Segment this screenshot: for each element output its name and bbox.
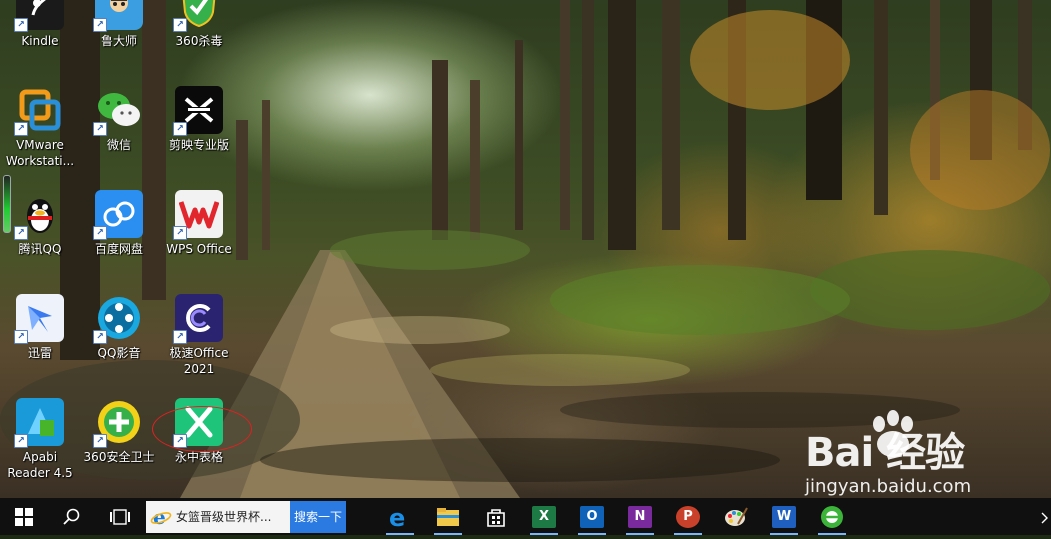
desktop-icon-label: WPS Office <box>166 242 232 256</box>
desktop-icon-label: 微信 <box>106 138 131 152</box>
desktop-icon-wechat[interactable]: ↗ 微信 <box>80 86 158 182</box>
360-security-icon: ↗ <box>93 398 143 448</box>
left-edge-indicator <box>3 175 11 233</box>
taskbar-search-box[interactable]: e <box>146 500 290 533</box>
start-button[interactable] <box>0 498 48 535</box>
task-view-button[interactable] <box>96 498 144 535</box>
shortcut-arrow-icon: ↗ <box>14 226 28 240</box>
desktop-icon-jianying[interactable]: ↗ 剪映专业版 <box>160 86 238 182</box>
svg-text:e: e <box>389 505 405 529</box>
baidu-jingyan-watermark: Bai 经验 jingyan.baidu.com <box>805 410 1045 500</box>
excel-icon: X <box>532 505 556 528</box>
desktop-icon-360-security[interactable]: ↗ 360安全卫士 <box>80 398 158 494</box>
word-icon: W <box>772 505 796 528</box>
onenote-icon: N <box>628 505 652 528</box>
search-go-button[interactable]: 搜索一下 <box>290 500 346 533</box>
taskbar-app-outlook[interactable]: O <box>568 498 616 535</box>
desktop-icon-qq-player[interactable]: ↗ QQ影音 <box>80 294 158 390</box>
shortcut-arrow-icon: ↗ <box>93 18 107 32</box>
taskbar: e 搜索一下 e X O N P <box>0 498 1051 535</box>
shortcut-arrow-icon: ↗ <box>93 330 107 344</box>
desktop-icon-label: 极速Office 2021 <box>169 346 229 376</box>
desktop-icon-apabi-reader[interactable]: ↗ Apabi Reader 4.5 <box>1 398 79 494</box>
desktop-icon-jisu-office[interactable]: ↗ 极速Office 2021 <box>160 294 238 390</box>
desktop-icon-label: 腾讯QQ <box>18 242 62 256</box>
desktop-icon-label: VMware Workstati... <box>5 138 75 168</box>
taskbar-app-excel[interactable]: X <box>520 498 568 535</box>
annotation-ellipse <box>152 406 252 452</box>
desktop-icon-label: 鲁大师 <box>100 34 137 48</box>
desktop-icon-baidu-netdisk[interactable]: ↗ 百度网盘 <box>80 190 158 286</box>
taskbar-app-powerpoint[interactable]: P <box>664 498 712 535</box>
desktop-icon-label: 360安全卫士 <box>83 450 155 464</box>
taskbar-app-store[interactable] <box>472 498 520 535</box>
desktop-icon-xunlei[interactable]: ↗ 迅雷 <box>1 294 79 390</box>
task-view-icon <box>110 508 130 525</box>
ie-icon: e <box>150 506 172 528</box>
desktop-icon-qq[interactable]: ↗ 腾讯QQ <box>1 190 79 286</box>
baidu-netdisk-icon: ↗ <box>93 190 143 240</box>
qq-player-icon: ↗ <box>93 294 143 344</box>
taskbar-app-paint[interactable] <box>712 498 760 535</box>
desktop-icon-vmware[interactable]: ↗ VMware Workstati... <box>1 86 79 182</box>
desktop-icon-label: Apabi Reader 4.5 <box>7 450 73 480</box>
wps-office-icon: ↗ <box>173 190 223 240</box>
shortcut-arrow-icon: ↗ <box>14 18 28 32</box>
qq-penguin-icon: ↗ <box>14 190 64 240</box>
shortcut-arrow-icon: ↗ <box>14 434 28 448</box>
ludashi-icon: ↗ <box>93 0 143 32</box>
apabi-reader-icon: ↗ <box>14 398 64 448</box>
kindle-icon: ↗ <box>14 0 64 32</box>
taskbar-app-edge[interactable]: e <box>376 498 424 535</box>
desktop-icon-label: 百度网盘 <box>94 242 143 256</box>
powerpoint-icon: P <box>676 505 700 528</box>
xunlei-icon: ↗ <box>14 294 64 344</box>
desktop-icon-wps-office[interactable]: ↗ WPS Office <box>160 190 238 286</box>
shortcut-arrow-icon: ↗ <box>93 122 107 136</box>
search-icon <box>63 508 80 525</box>
shortcut-arrow-icon: ↗ <box>173 330 187 344</box>
taskbar-app-onenote[interactable]: N <box>616 498 664 535</box>
shortcut-arrow-icon: ↗ <box>173 122 187 136</box>
jianying-icon: ↗ <box>173 86 223 136</box>
search-button[interactable] <box>48 498 96 535</box>
360-antivirus-icon: ↗ <box>173 0 223 32</box>
store-icon <box>487 508 505 527</box>
chevron-icon <box>1041 512 1048 524</box>
desktop-icon-kindle[interactable]: ↗ Kindle <box>1 0 79 78</box>
outlook-icon: O <box>580 505 604 528</box>
desktop-icon-label: QQ影音 <box>97 346 141 360</box>
desktop-icon-label: Kindle <box>21 34 59 48</box>
edge-icon: e <box>389 505 405 529</box>
desktop-icon-360-antivirus[interactable]: ↗ 360杀毒 <box>160 0 238 78</box>
shortcut-arrow-icon: ↗ <box>173 18 187 32</box>
360-browser-icon <box>821 505 843 528</box>
shortcut-arrow-icon: ↗ <box>14 330 28 344</box>
desktop-icon-label: 迅雷 <box>27 346 52 360</box>
desktop-icon-label: 360杀毒 <box>175 34 223 48</box>
watermark-url: jingyan.baidu.com <box>805 476 972 497</box>
jisu-office-icon: ↗ <box>173 294 223 344</box>
vmware-icon: ↗ <box>14 86 64 136</box>
desktop-icon-ludashi[interactable]: ↗ 鲁大师 <box>80 0 158 78</box>
shortcut-arrow-icon: ↗ <box>93 434 107 448</box>
show-desktop-button[interactable] <box>1039 498 1051 535</box>
wechat-icon: ↗ <box>93 86 143 136</box>
baidu-paw-icon <box>873 410 913 457</box>
file-explorer-icon <box>437 507 459 526</box>
taskbar-app-word[interactable]: W <box>760 498 808 535</box>
desktop-icon-label: 剪映专业版 <box>168 138 229 152</box>
search-input[interactable] <box>172 509 286 524</box>
shortcut-arrow-icon: ↗ <box>93 226 107 240</box>
taskbar-app-file-explorer[interactable] <box>424 498 472 535</box>
shortcut-arrow-icon: ↗ <box>14 122 28 136</box>
shortcut-arrow-icon: ↗ <box>173 226 187 240</box>
taskbar-app-360-browser[interactable] <box>808 498 856 535</box>
paint-icon <box>725 507 748 526</box>
windows-logo-icon <box>15 507 33 526</box>
